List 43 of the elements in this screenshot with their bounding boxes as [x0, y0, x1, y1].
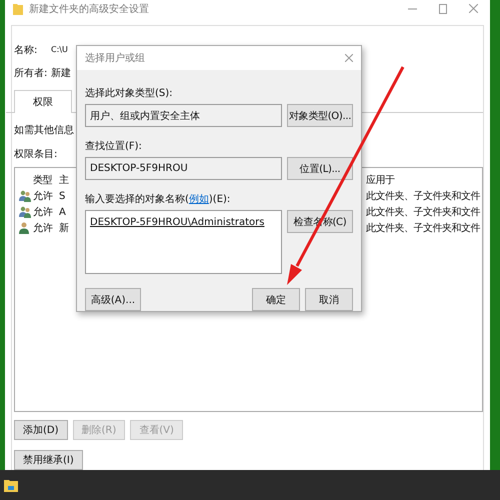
- table-cell-text: 允许: [33, 206, 54, 219]
- field-label: 所有者:: [14, 66, 48, 80]
- folder-icon: [13, 2, 23, 14]
- table-cell-text: 此文件夹、子文件夹和文件: [366, 206, 480, 219]
- close-icon[interactable]: [345, 54, 353, 62]
- disable-inheritance-button[interactable]: 禁用继承(I): [14, 450, 83, 470]
- info-text: 如需其他信息: [14, 124, 75, 137]
- users-icon: [19, 206, 31, 218]
- field-label: 选择此对象类型(S):: [85, 86, 174, 100]
- field-value: C:\U: [51, 45, 68, 54]
- table-cell-text: 此文件夹、子文件夹和文件: [366, 222, 480, 235]
- location-field: DESKTOP-5F9HROU: [85, 157, 282, 180]
- dialog-title: 选择用户或组: [85, 52, 145, 65]
- entries-label: 权限条目:: [14, 148, 58, 161]
- field-value: 新建: [51, 66, 71, 80]
- locations-button[interactable]: 位置(L)...: [287, 157, 353, 180]
- field-label: 输入要选择的对象名称(例如)(E):: [85, 192, 232, 206]
- table-cell-text: 此文件夹、子文件夹和文件: [366, 190, 480, 203]
- table-cell: A: [59, 206, 66, 218]
- advanced-button[interactable]: 高级(A)...: [85, 288, 141, 311]
- users-icon: [19, 190, 31, 202]
- ok-button[interactable]: 确定: [252, 288, 300, 311]
- column-header: 应用于: [366, 174, 394, 187]
- maximize-icon[interactable]: [439, 4, 447, 14]
- close-icon[interactable]: [469, 4, 478, 13]
- object-type-field: 用户、组或内置安全主体: [85, 104, 282, 127]
- table-cell-text: 允许: [33, 222, 54, 235]
- permissions-tab[interactable]: 权限: [14, 90, 72, 113]
- cancel-button[interactable]: 取消: [305, 288, 353, 311]
- table-cell: S: [59, 190, 66, 202]
- table-cell-text: 允许: [33, 190, 54, 203]
- column-header: 主: [59, 174, 68, 187]
- action-button[interactable]: 添加(D): [14, 420, 68, 440]
- table-cell-text: 新: [59, 222, 69, 235]
- object-types-button[interactable]: 对象类型(O)...: [287, 104, 353, 127]
- column-header: 类型: [33, 174, 52, 187]
- field-label: 查找位置(F):: [85, 140, 143, 153]
- folder-icon[interactable]: [4, 478, 18, 492]
- examples-link[interactable]: 例如: [188, 194, 209, 205]
- window-title: 新建文件夹的高级安全设置: [29, 2, 149, 16]
- user-icon: [19, 222, 29, 234]
- object-names-field[interactable]: DESKTOP-5F9HROU\Administrators: [85, 210, 282, 274]
- field-label: 名称:: [14, 44, 38, 56]
